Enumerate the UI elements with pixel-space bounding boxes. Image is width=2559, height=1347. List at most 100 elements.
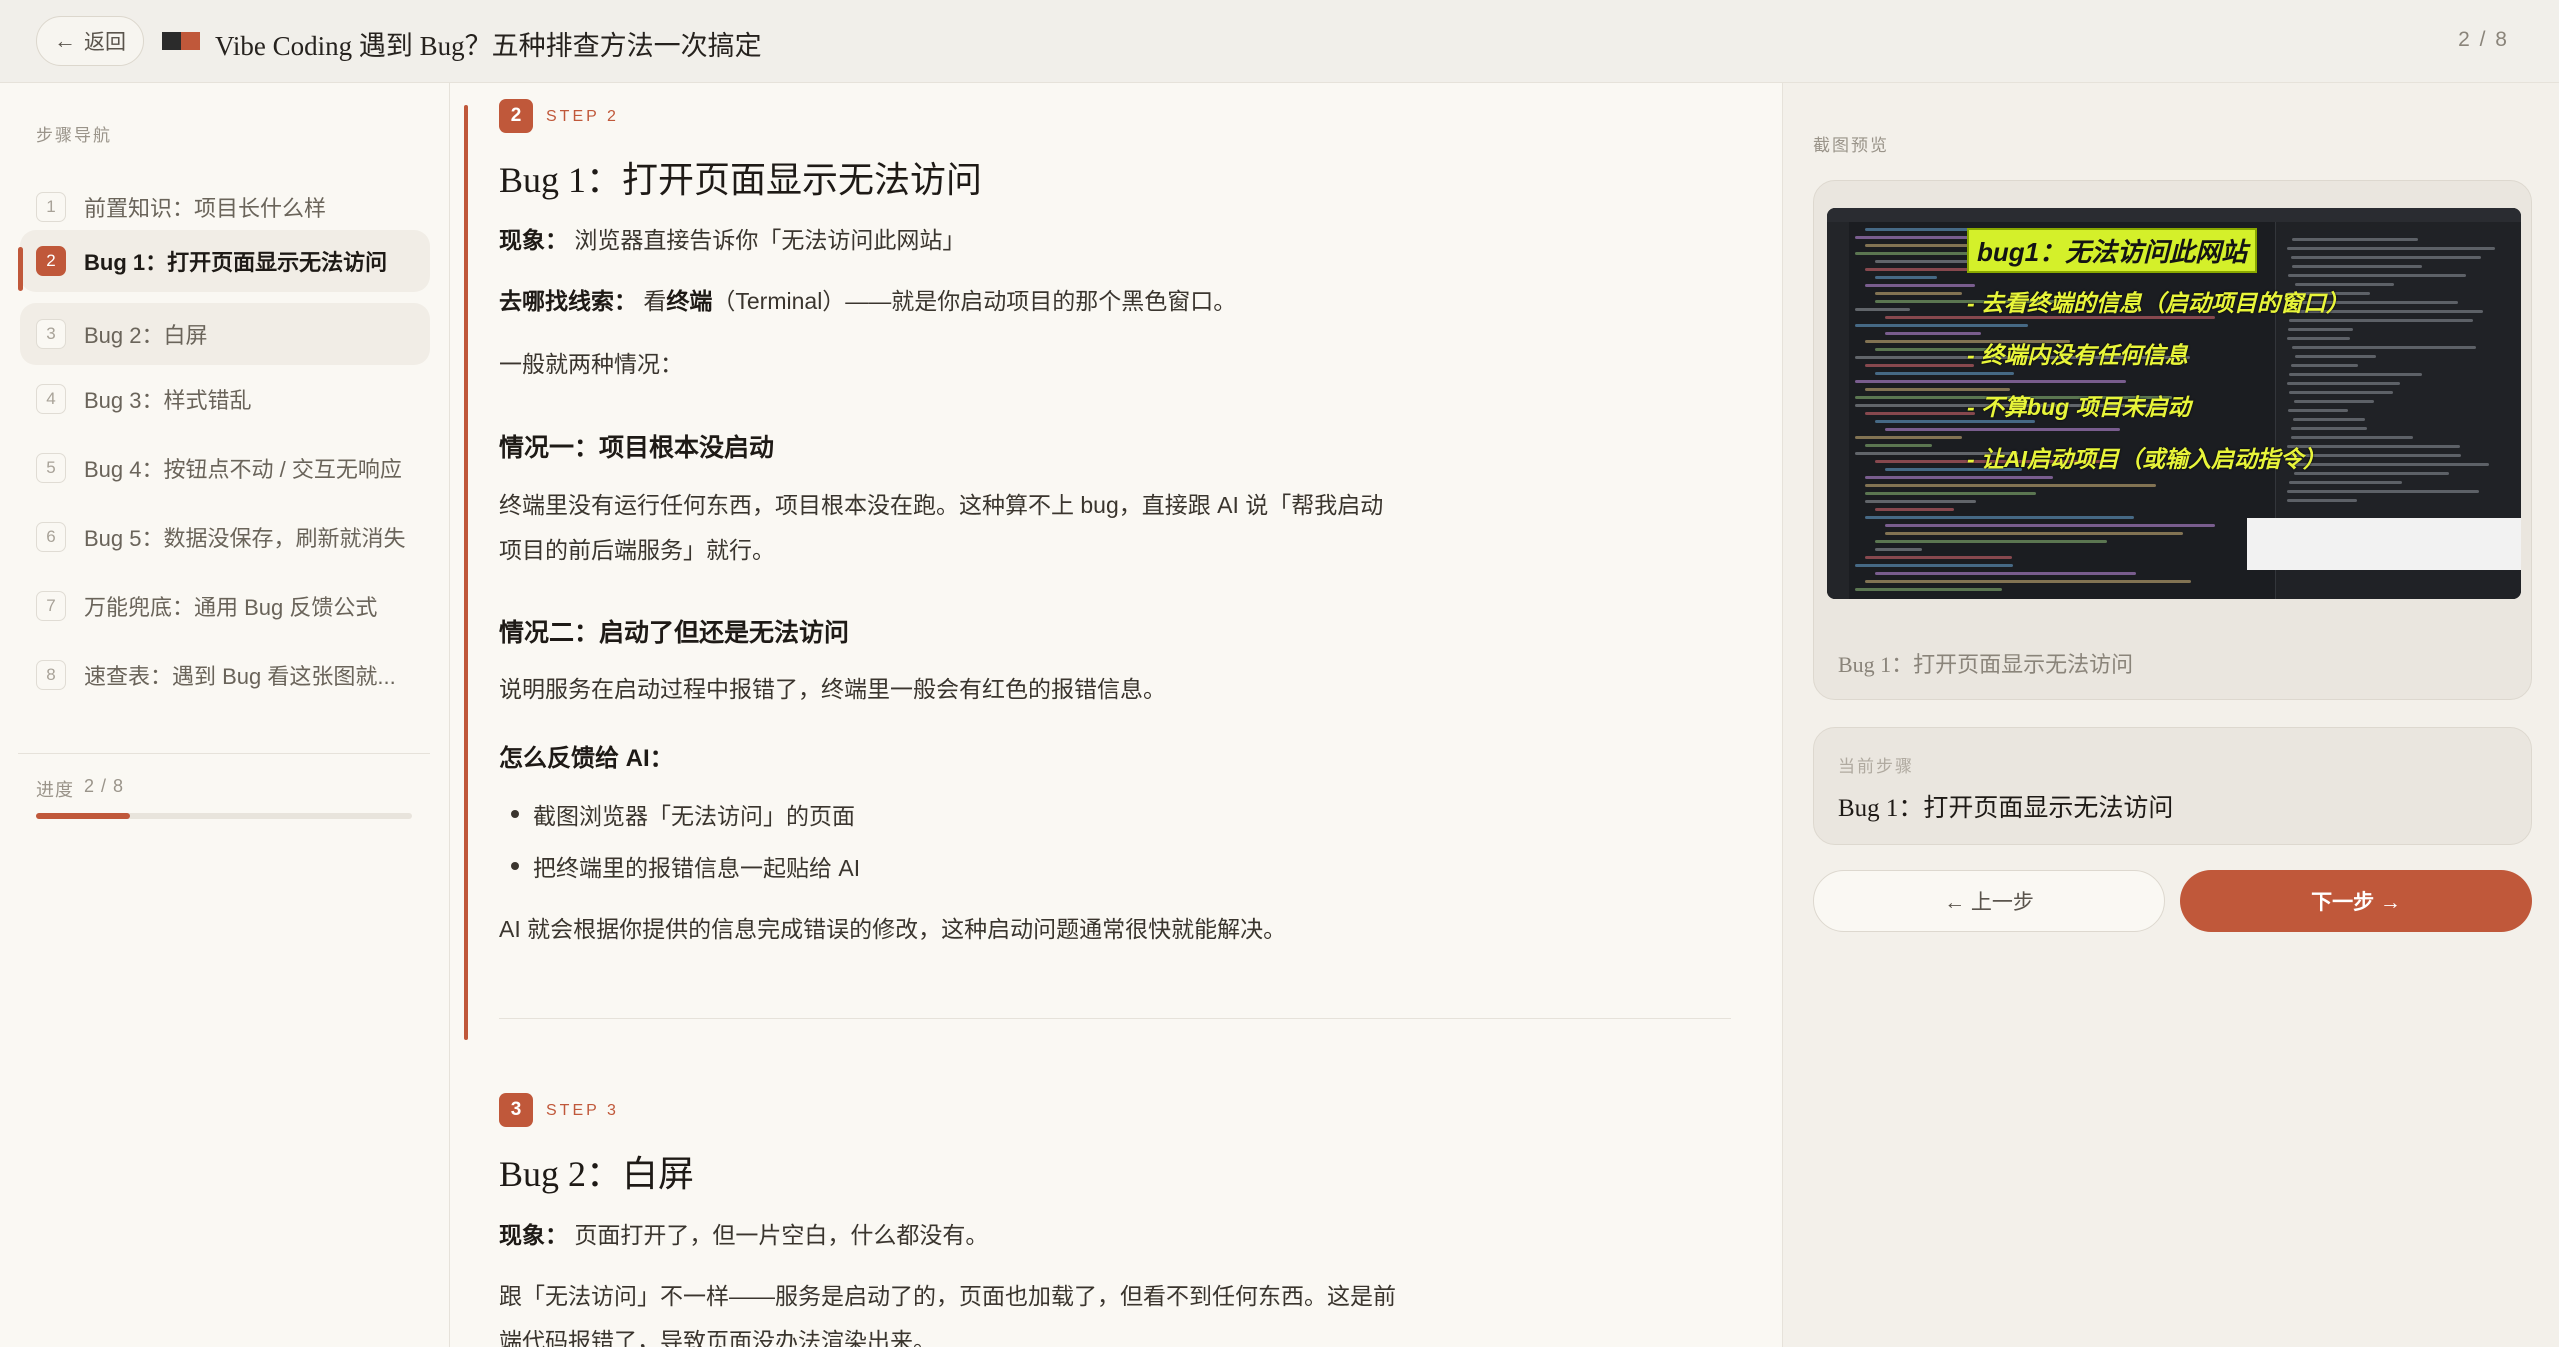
code-line [1875,276,1937,279]
sidebar-text-line [2288,409,2348,412]
code-line [1855,236,1968,239]
step-number: 2 [36,246,66,276]
sidebar-item-label: Bug 2：白屏 [84,323,208,348]
step-badge: 3 [499,1093,533,1127]
sidebar-item-label: 万能兜底：通用 Bug 反馈公式 [84,595,378,620]
step-accent-bar [464,105,468,1040]
screenshot-note: - 不算bug 项目未启动 [1967,394,2191,420]
back-button-label: 返回 [84,31,126,54]
step-number: 5 [36,453,66,483]
step-number: 4 [36,384,66,414]
case1-title: 情况一：项目根本没启动 [499,434,775,462]
list-item: 截图浏览器「无法访问」的页面 [511,797,855,831]
sidebar-text-line [2287,382,2400,385]
progress-count: 2 / 8 [84,776,125,796]
symptom-text: 浏览器直接告诉你「无法访问此网站」 [574,227,966,253]
sidebar-item-step-8[interactable]: 8 速查表：遇到 Bug 看这张图就... [20,644,430,706]
sidebar-text-line [2295,355,2376,358]
section-divider [499,1018,1731,1019]
list-item: 把终端里的报错信息一起贴给 AI [511,849,860,883]
code-line [1855,564,2013,567]
case2-text: 说明服务在启动过程中报错了，终端里一般会有红色的报错信息。 [499,676,1166,702]
code-line [1875,548,1922,551]
sidebar-item-step-2[interactable]: 2 Bug 1：打开页面显示无法访问 [20,230,430,292]
case2-title: 情况二：启动了但还是无法访问 [499,619,850,647]
sidebar-title: 步骤导航 [36,126,112,145]
page-indicator: 2 / 8 [2458,28,2509,51]
code-line [1855,324,2028,327]
sidebar-text-line [2287,490,2479,493]
prev-step-button[interactable]: ← 上一步 [1813,870,2165,932]
case1-line2: 项目的前后端服务」就行。 [499,537,775,563]
sidebar-item-label: 速查表：遇到 Bug 看这张图就... [84,664,396,689]
step-heading: Bug 2：白屏 [499,1154,695,1194]
sidebar-text-line [2293,418,2365,421]
code-line [1875,508,1954,511]
sidebar-item-label: Bug 5：数据没保存，刷新就消失 [84,526,406,551]
sidebar-text-line [2289,319,2473,322]
code-line [1875,572,2136,575]
main-content: 2 STEP 2 Bug 1：打开页面显示无法访问 现象： 浏览器直接告诉你「无… [451,83,1781,1347]
sidebar-item-step-4[interactable]: 4 Bug 3：样式错乱 [20,368,430,430]
sidebar-item-step-7[interactable]: 7 万能兜底：通用 Bug 反馈公式 [20,575,430,637]
sidebar-divider [18,753,430,754]
sidebar-item-step-1[interactable]: 1 前置知识：项目长什么样 [20,176,430,238]
code-line [1855,380,2126,383]
code-line [1865,580,2191,583]
sidebar-item-label: Bug 1：打开页面显示无法访问 [84,250,388,275]
symptom-label: 现象： [499,1222,568,1248]
back-arrow-icon: ← [54,28,76,53]
step-number: 7 [36,591,66,621]
symptom-line: 现象： 浏览器直接告诉你「无法访问此网站」 [499,218,965,263]
code-line [1855,436,1962,439]
sidebar-text-line [2287,247,2495,250]
clue-pre: 看 [643,288,667,314]
conclusion-text: AI 就会根据你提供的信息完成错误的修改，这种启动问题通常很快就能解决。 [499,916,1287,942]
active-indicator [18,247,23,291]
code-line [1865,492,2036,495]
step-number: 8 [36,660,66,690]
bullet-text: 把终端里的报错信息一起贴给 AI [533,855,861,881]
code-line [1865,444,1932,447]
step-heading: Bug 1：打开页面显示无法访问 [499,160,983,200]
clue-label: 去哪找线索： [499,288,637,314]
sidebar-text-line [2288,328,2353,331]
step-number: 1 [36,192,66,222]
progress-label: 进度 2 / 8 [36,776,124,802]
code-line [1855,308,1910,311]
step3-line1: 跟「无法访问」不一样——服务是启动了的，页面也加载了，但看不到任何东西。这是前 [499,1283,1396,1309]
sidebar-item-label: 前置知识：项目长什么样 [84,196,327,221]
feedback-title: 怎么反馈给 AI： [499,745,674,772]
sidebar-text-line [2291,427,2367,430]
next-step-button[interactable]: 下一步 → [2180,870,2532,932]
sidebar-item-step-6[interactable]: 6 Bug 5：数据没保存，刷新就消失 [20,506,430,568]
progress-label-text: 进度 [36,780,74,800]
code-line [1865,284,1975,287]
sidebar-item-step-3[interactable]: 3 Bug 2：白屏 [20,303,430,365]
sidebar-text-line [2292,346,2476,349]
code-line [1865,484,2156,487]
clue-bold: 终端 [666,288,713,314]
back-button[interactable]: ← 返回 [36,16,144,66]
sidebar-text-line [2289,391,2393,394]
sidebar-text-line [2291,256,2481,259]
sidebar-text-line [2292,265,2422,268]
current-step-label: 当前步骤 [1838,757,1914,776]
clue-line: 去哪找线索： 看终端（Terminal）——就是你启动项目的那个黑色窗口。 [499,279,1236,324]
bullet-text: 截图浏览器「无法访问」的页面 [533,803,855,829]
top-header: ← 返回 Vibe Coding 遇到 Bug？五种排查方法一次搞定 2 / 8 [0,0,2559,83]
screenshot-headline: bug1：无法访问此网站 [1967,228,2258,273]
sidebar-text-line [2291,364,2358,367]
code-line [1855,588,2002,591]
code-line [1865,412,1975,415]
sidebar-item-step-5[interactable]: 5 Bug 4：按钮点不动 / 交互无响应 [20,437,430,499]
code-line [1885,524,2215,527]
screenshot-image[interactable]: bug1：无法访问此网站 - 去看终端的信息（启动项目的窗口） - 终端内没有任… [1827,208,2521,599]
logo-icon [162,32,200,50]
screenshot-note: - 去看终端的信息（启动项目的窗口） [1967,290,2350,316]
screenshot-card[interactable]: bug1：无法访问此网站 - 去看终端的信息（启动项目的窗口） - 终端内没有任… [1813,180,2532,700]
screenshot-note: - 让AI启动项目（或输入启动指令） [1967,446,2327,472]
progress-bar-fill [36,813,130,819]
code-line [1875,372,2014,375]
code-line [1865,500,1976,503]
